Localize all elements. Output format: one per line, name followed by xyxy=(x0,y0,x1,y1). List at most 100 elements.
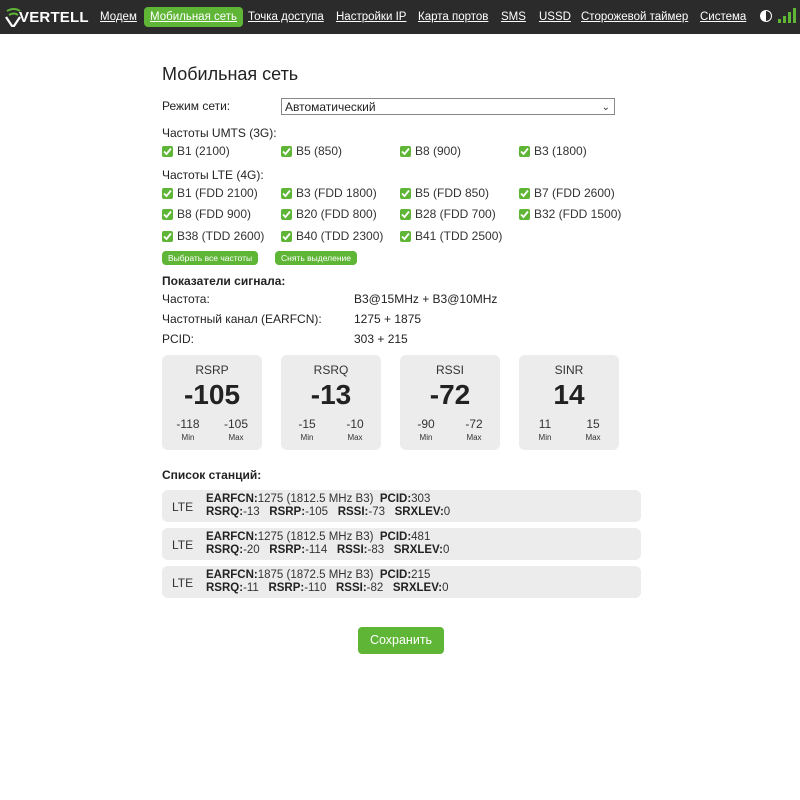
checkbox-label: B8 (900) xyxy=(415,144,462,158)
metric-min-label: Min xyxy=(538,433,552,442)
lte-band-b40-checkbox[interactable]: B40 (TDD 2300) xyxy=(281,229,383,243)
lte-band-b8-checkbox[interactable]: B8 (FDD 900) xyxy=(162,207,251,221)
pcid-key: PCID: xyxy=(379,569,412,581)
rsrp-card: RSRP -105 -118 -105 Min Max xyxy=(162,355,262,450)
pcid-value: 303 xyxy=(411,493,431,505)
checkbox-checked-icon xyxy=(281,208,292,220)
metric-name: RSRQ xyxy=(313,363,349,377)
lte-band-b20-checkbox[interactable]: B20 (FDD 800) xyxy=(281,207,377,221)
network-mode-select[interactable]: Автоматический ⌄ xyxy=(281,98,615,115)
checkbox-label: B8 (FDD 900) xyxy=(177,207,252,221)
station-line-2: RSRQ:-13 RSRP:-105 RSSI:-73 SRXLEV:0 xyxy=(206,506,450,518)
pcid-value: 215 xyxy=(411,569,431,581)
rssi-value: -73 xyxy=(368,506,385,518)
metric-value: 14 xyxy=(553,379,585,410)
checkbox-checked-icon xyxy=(400,230,411,242)
checkbox-label: B1 (FDD 2100) xyxy=(177,186,258,200)
station-item: LTE EARFCN:1275 (1812.5 MHz B3) PCID:481… xyxy=(162,528,641,560)
lte-band-b5-checkbox[interactable]: B5 (FDD 850) xyxy=(400,186,489,200)
nav-item-ussd[interactable]: USSD xyxy=(539,7,571,27)
metric-min: -15 xyxy=(298,417,316,431)
umts-bands-label: Частоты UMTS (3G): xyxy=(162,126,277,140)
rsrp-value: -114 xyxy=(305,544,328,556)
checkbox-label: B3 (1800) xyxy=(534,144,587,158)
rsrq-key: RSRQ: xyxy=(206,582,244,594)
checkbox-checked-icon xyxy=(519,145,530,157)
checkbox-checked-icon xyxy=(281,145,292,157)
srxlev-key: SRXLEV: xyxy=(392,582,443,594)
umts-band-b1-checkbox[interactable]: B1 (2100) xyxy=(162,144,230,158)
srxlev-value: 0 xyxy=(442,544,450,556)
vertell-logo[interactable]: VERTELL xyxy=(4,6,89,28)
rssi-key: RSSI: xyxy=(336,544,368,556)
rssi-value: -83 xyxy=(367,544,385,556)
nav-item-system[interactable]: Система xyxy=(700,7,746,27)
select-all-bands-button[interactable]: Выбрать все частоты xyxy=(162,251,259,265)
checkbox-label: B1 (2100) xyxy=(177,144,230,158)
lte-band-b3-checkbox[interactable]: B3 (FDD 1800) xyxy=(281,186,377,200)
metric-max-label: Max xyxy=(228,433,244,442)
nav-item-access-point[interactable]: Точка доступа xyxy=(248,7,324,27)
checkbox-checked-icon xyxy=(519,187,530,199)
signal-frequency-value: B3@15MHz + B3@10MHz xyxy=(354,292,498,306)
srxlev-key: SRXLEV: xyxy=(394,506,444,518)
metric-max: 15 xyxy=(586,417,600,431)
nav-item-mobile-network[interactable]: Мобильная сеть xyxy=(144,7,244,27)
metric-max: -10 xyxy=(346,417,364,431)
rsrq-key: RSRQ: xyxy=(206,544,244,556)
station-line-1: EARFCN:1275 (1812.5 MHz B3) PCID:481 xyxy=(206,531,430,543)
lte-band-b7-checkbox[interactable]: B7 (FDD 2600) xyxy=(519,186,615,200)
nav-item-watchdog-timer[interactable]: Сторожевой таймер xyxy=(581,7,688,27)
metric-min: 11 xyxy=(538,417,552,431)
lte-band-b28-checkbox[interactable]: B28 (FDD 700) xyxy=(400,207,496,221)
metric-value: -72 xyxy=(429,379,471,410)
earfcn-value: 1275 (1812.5 MHz B3) xyxy=(257,493,374,505)
rsrp-value: -105 xyxy=(305,506,329,518)
nav-item-sms[interactable]: SMS xyxy=(501,7,526,27)
pcid-key: PCID: xyxy=(379,493,412,505)
metric-min-label: Min xyxy=(419,433,433,442)
metric-value: -13 xyxy=(310,379,352,410)
deselect-bands-button[interactable]: Снять выделение xyxy=(275,251,358,265)
nav-item-modem[interactable]: Модем xyxy=(100,7,137,27)
earfcn-value: 1875 (1872.5 MHz B3) xyxy=(257,569,374,581)
theme-toggle-icon[interactable] xyxy=(760,10,772,22)
rsrq-key: RSRQ: xyxy=(206,506,244,518)
station-type: LTE xyxy=(172,538,194,552)
save-button[interactable]: Сохранить xyxy=(358,627,444,654)
checkbox-checked-icon xyxy=(519,208,530,220)
metric-min: -90 xyxy=(417,417,435,431)
signal-earfcn-value: 1275 + 1875 xyxy=(354,312,422,326)
station-line-2: RSRQ:-20 RSRP:-114 RSSI:-83 SRXLEV:0 xyxy=(206,544,449,556)
lte-band-b38-checkbox[interactable]: B38 (TDD 2600) xyxy=(162,229,264,243)
metric-min-label: Min xyxy=(181,433,195,442)
pcid-key: PCID: xyxy=(379,531,412,543)
lte-band-b32-checkbox[interactable]: B32 (FDD 1500) xyxy=(519,207,621,221)
pcid-value: 481 xyxy=(411,531,431,543)
earfcn-key: EARFCN: xyxy=(206,493,258,505)
lte-band-b41-checkbox[interactable]: B41 (TDD 2500) xyxy=(400,229,502,243)
metric-min: -118 xyxy=(176,417,200,431)
earfcn-value: 1275 (1812.5 MHz B3) xyxy=(257,531,374,543)
rsrp-key: RSRP: xyxy=(269,544,306,556)
checkbox-label: B5 (FDD 850) xyxy=(415,186,490,200)
umts-band-b8-checkbox[interactable]: B8 (900) xyxy=(400,144,461,158)
signal-pcid-value: 303 + 215 xyxy=(354,332,408,346)
umts-band-b5-checkbox[interactable]: B5 (850) xyxy=(281,144,342,158)
nav-item-ip-settings[interactable]: Настройки IP xyxy=(336,7,406,27)
rsrp-key: RSRP: xyxy=(269,506,306,518)
station-item: LTE EARFCN:1275 (1812.5 MHz B3) PCID:303… xyxy=(162,490,641,522)
checkbox-label: B5 (850) xyxy=(296,144,343,158)
umts-band-b3-checkbox[interactable]: B3 (1800) xyxy=(519,144,587,158)
nav-item-port-map[interactable]: Карта портов xyxy=(418,7,488,27)
signal-section-label: Показатели сигнала: xyxy=(162,274,286,288)
network-mode-label: Режим сети: xyxy=(162,99,231,113)
metric-max: -72 xyxy=(465,417,483,431)
lte-band-b1-checkbox[interactable]: B1 (FDD 2100) xyxy=(162,186,258,200)
rsrq-card: RSRQ -13 -15 -10 Min Max xyxy=(281,355,381,450)
network-mode-value: Автоматический xyxy=(285,100,376,114)
signal-strength-icon xyxy=(778,8,796,23)
stations-section-label: Список станций: xyxy=(162,468,262,482)
station-type: LTE xyxy=(172,576,194,590)
top-navigation-bar: VERTELL Модем Мобильная сеть Точка досту… xyxy=(0,0,800,34)
